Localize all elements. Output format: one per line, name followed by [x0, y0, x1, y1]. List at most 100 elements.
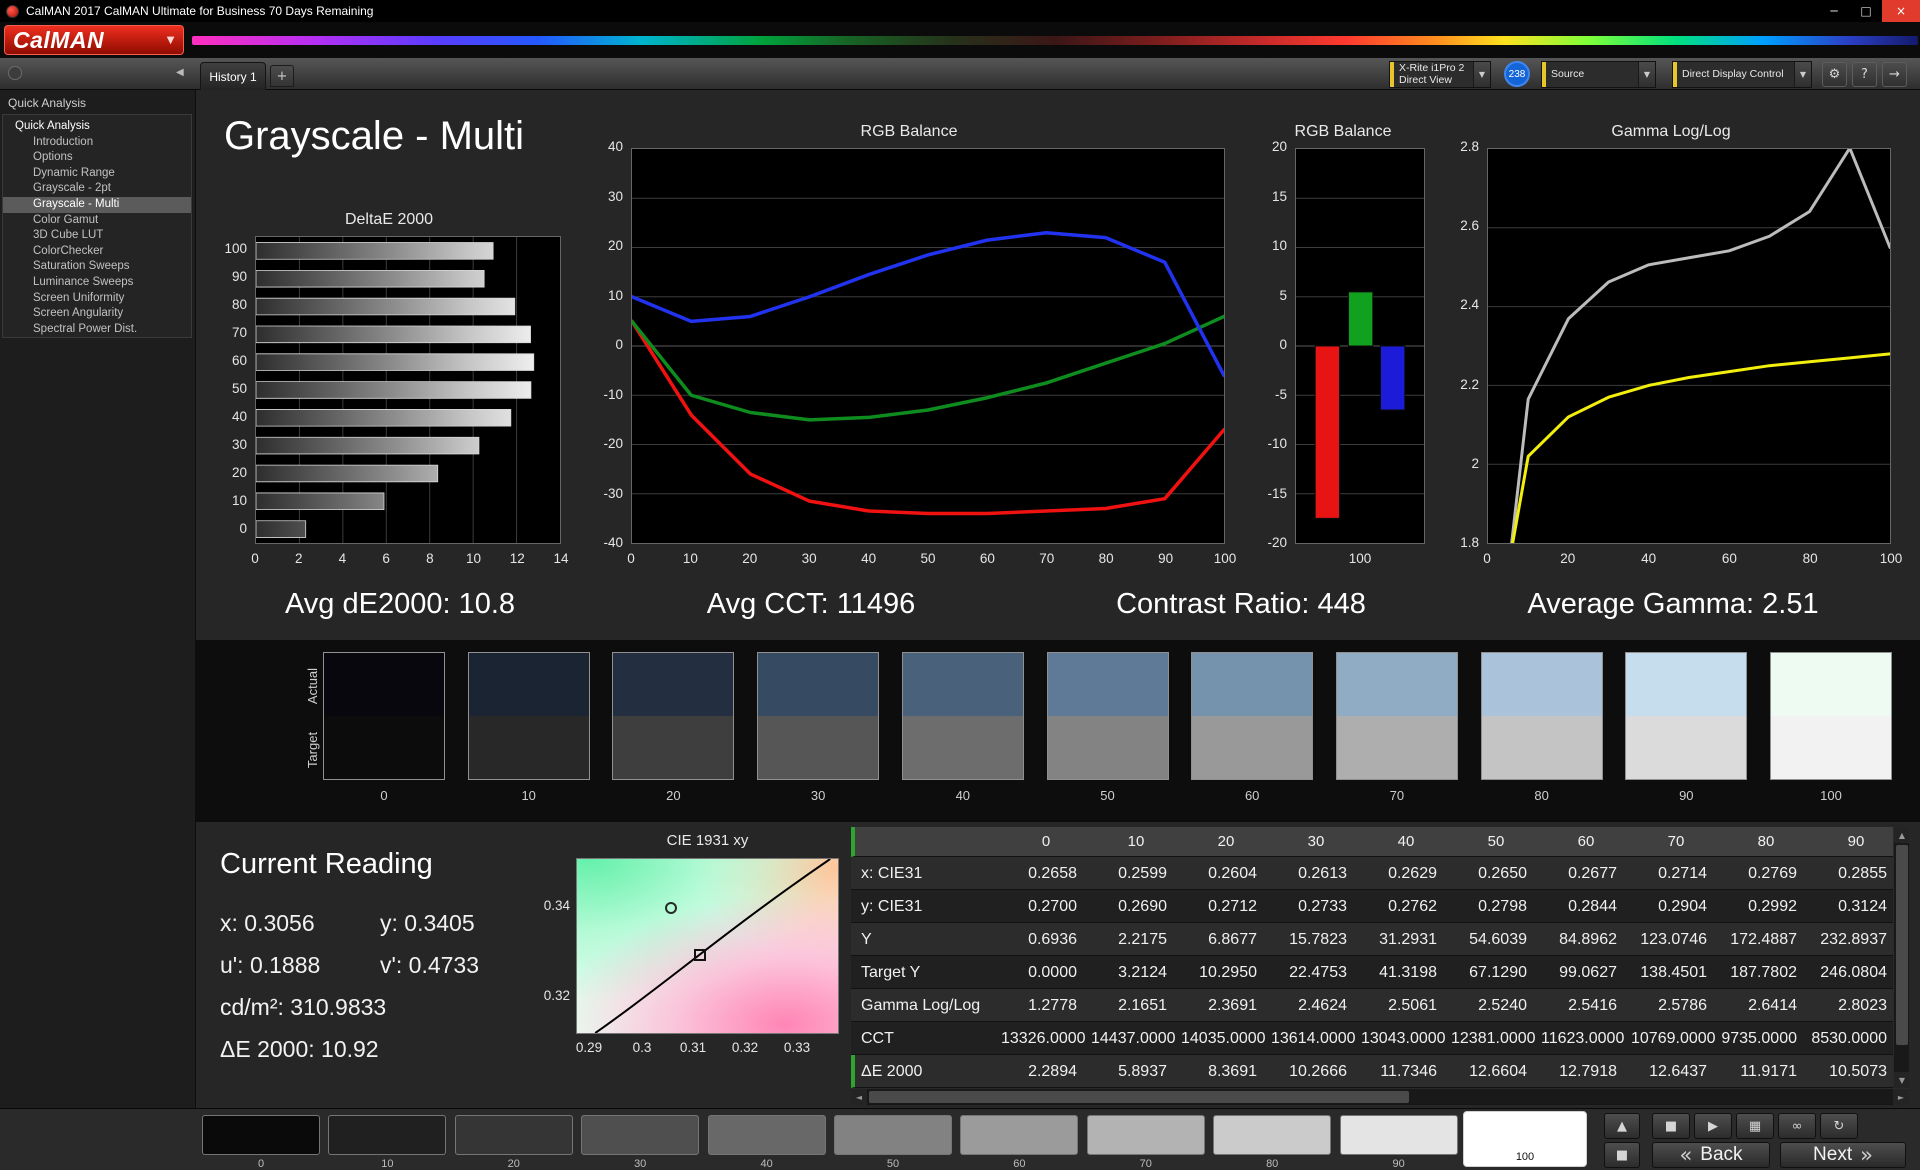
sidebar-item-colorchecker[interactable]: ColorChecker	[3, 244, 191, 260]
gamma-chart: Gamma Log/Log 2.8 2.6 2.4 2.2 2 1.8 0 20 40 60 80 1…	[1445, 122, 1902, 574]
patch-button-100-selected[interactable]: 100	[1463, 1111, 1587, 1167]
sidebar-item-options[interactable]: Options	[3, 150, 191, 166]
target-swatch	[324, 716, 444, 779]
chart-title: DeltaE 2000	[344, 211, 434, 228]
patch-button-60[interactable]	[960, 1115, 1079, 1155]
patch-button-0[interactable]	[202, 1115, 320, 1155]
chart-canvas	[632, 149, 1224, 543]
sidebar-item-introduction[interactable]: Introduction	[3, 135, 191, 151]
patch-button-10[interactable]	[328, 1115, 447, 1155]
meter-dropdown[interactable]: X-Rite i1Pro 2 Direct View ▼	[1389, 61, 1491, 88]
scroll-right-icon[interactable]: ►	[1893, 1089, 1909, 1105]
minimize-button[interactable]: ─	[1818, 0, 1850, 22]
sidebar-item-spectral-power-dist-[interactable]: Spectral Power Dist.	[3, 322, 191, 337]
window-buttons: ─ □ ×	[1818, 0, 1920, 22]
sidebar: Quick Analysis Quick Analysis Introductio…	[0, 90, 196, 1108]
chart-title: Gamma Log/Log	[1611, 123, 1731, 140]
table-cell: 2.4624	[1271, 989, 1361, 1022]
x-axis-label: 50	[920, 551, 936, 566]
play-button[interactable]: ▶	[1694, 1113, 1732, 1139]
scroll-thumb[interactable]	[869, 1091, 1409, 1103]
chevron-down-icon[interactable]: ▼	[1473, 62, 1490, 87]
scroll-down-icon[interactable]: ▼	[1894, 1072, 1909, 1088]
source-dropdown[interactable]: Source ▼	[1541, 61, 1656, 88]
patch-button-20[interactable]	[454, 1115, 573, 1155]
reading-u-prime: u': 0.1888	[220, 952, 321, 978]
patch-button-90[interactable]	[1339, 1115, 1458, 1155]
bar-category-label: 0	[239, 521, 247, 536]
next-button[interactable]: Next »	[1780, 1142, 1906, 1168]
back-button[interactable]: « Back	[1652, 1142, 1770, 1168]
table-cell: 13614.0000	[1271, 1022, 1361, 1055]
sidebar-item-grayscale-multi[interactable]: Grayscale - Multi	[3, 196, 191, 213]
chevron-down-icon[interactable]: ▼	[1794, 62, 1811, 87]
pattern-button[interactable]: ▦	[1736, 1113, 1774, 1139]
target-swatch	[1481, 716, 1602, 779]
table-horizontal-scrollbar[interactable]: ◄ ►	[851, 1088, 1909, 1105]
rgb-balance-bars-body: 20 15 10 5 0 -5 -10 -15 -20 100	[1255, 139, 1431, 574]
scroll-left-icon[interactable]: ◄	[851, 1089, 867, 1105]
column-header: 70	[1631, 827, 1721, 857]
y-axis-label: 10	[1271, 238, 1287, 253]
sidebar-item-root[interactable]: Quick Analysis	[3, 119, 191, 135]
patch-button-30[interactable]	[581, 1115, 700, 1155]
window-titlebar: CalMAN 2017 CalMAN Ultimate for Business…	[0, 0, 1920, 22]
calman-logo-menu[interactable]: CalMAN ▼	[4, 25, 184, 55]
gear-icon[interactable]: ⚙	[1822, 62, 1847, 87]
sidebar-item-screen-uniformity[interactable]: Screen Uniformity	[3, 291, 191, 307]
patch-button-50[interactable]	[834, 1115, 952, 1155]
table-cell: 14035.0000	[1181, 1022, 1271, 1055]
sidebar-item-screen-angularity[interactable]: Screen Angularity	[3, 306, 191, 322]
table-cell: 6.8677	[1181, 923, 1271, 956]
maximize-button[interactable]: □	[1850, 0, 1882, 22]
sidebar-item-dynamic-range[interactable]: Dynamic Range	[3, 166, 191, 182]
sidebar-item-grayscale-2pt[interactable]: Grayscale - 2pt	[3, 181, 191, 197]
table-vertical-scrollbar[interactable]: ▲ ▼	[1893, 827, 1909, 1088]
display-control-dropdown[interactable]: Direct Display Control ▼	[1672, 61, 1812, 88]
close-button[interactable]: ×	[1882, 0, 1920, 22]
add-tab-button[interactable]: +	[270, 65, 294, 87]
patch-button-40[interactable]	[707, 1115, 826, 1155]
table-cell: 8530.0000	[1811, 1022, 1901, 1055]
table-cell: 0.2700	[1001, 890, 1091, 923]
actual-swatch	[758, 653, 879, 716]
table-cell: 2.2894	[1001, 1055, 1091, 1088]
sidebar-collapse-icon[interactable]: ◀	[176, 67, 184, 78]
sidebar-item-luminance-sweeps[interactable]: Luminance Sweeps	[3, 275, 191, 291]
column-header: 10	[1091, 827, 1181, 857]
deltae-bar	[256, 521, 306, 538]
tab-history-1[interactable]: History 1	[200, 62, 266, 90]
scroll-thumb[interactable]	[1896, 845, 1908, 1045]
patch-label: 70	[1139, 1158, 1152, 1170]
deltae-bar	[256, 326, 531, 343]
sidebar-item-color-gamut[interactable]: Color Gamut	[3, 213, 191, 229]
table-cell: 0.2629	[1361, 857, 1451, 890]
sidebar-item-saturation-sweeps[interactable]: Saturation Sweeps	[3, 259, 191, 275]
cie-x-tick: 0.33	[783, 1040, 811, 1055]
scroll-up-icon[interactable]: ▲	[1894, 827, 1909, 843]
swatch-label: 60	[1244, 788, 1260, 803]
patch-button-80[interactable]	[1213, 1115, 1332, 1155]
table-cell: 0.2650	[1451, 857, 1541, 890]
stop-button[interactable]: ■	[1652, 1113, 1690, 1139]
series-measured-gamma	[1488, 149, 1890, 543]
rgb-balance-bar-chart: RGB Balance 20 15 10 5 0 -5 -10 -15 -20 100	[1255, 122, 1431, 574]
x-axis-label: 90	[1158, 551, 1174, 566]
chevron-down-icon[interactable]: ▼	[1638, 62, 1655, 87]
expand-icon[interactable]: →	[1882, 62, 1907, 87]
continuous-read-button[interactable]: ∞	[1778, 1113, 1816, 1139]
series-red	[632, 321, 1224, 513]
refresh-button[interactable]: ↻	[1820, 1113, 1858, 1139]
x-axis-label: 60	[979, 551, 995, 566]
deltae-bar	[256, 298, 515, 315]
column-header: 50	[1451, 827, 1541, 857]
nav-dot-button[interactable]	[8, 66, 22, 80]
y-axis-label: -20	[603, 436, 623, 451]
help-icon[interactable]: ?	[1852, 62, 1877, 87]
source-text: Source	[1551, 67, 1585, 80]
sidebar-item-3d-cube-lut[interactable]: 3D Cube LUT	[3, 228, 191, 244]
eject-button[interactable]: ▲	[1604, 1113, 1640, 1139]
cie-x-tick: 0.29	[575, 1040, 603, 1055]
patch-button-70[interactable]	[1086, 1115, 1205, 1155]
pattern-window-button[interactable]: ■	[1604, 1142, 1640, 1168]
